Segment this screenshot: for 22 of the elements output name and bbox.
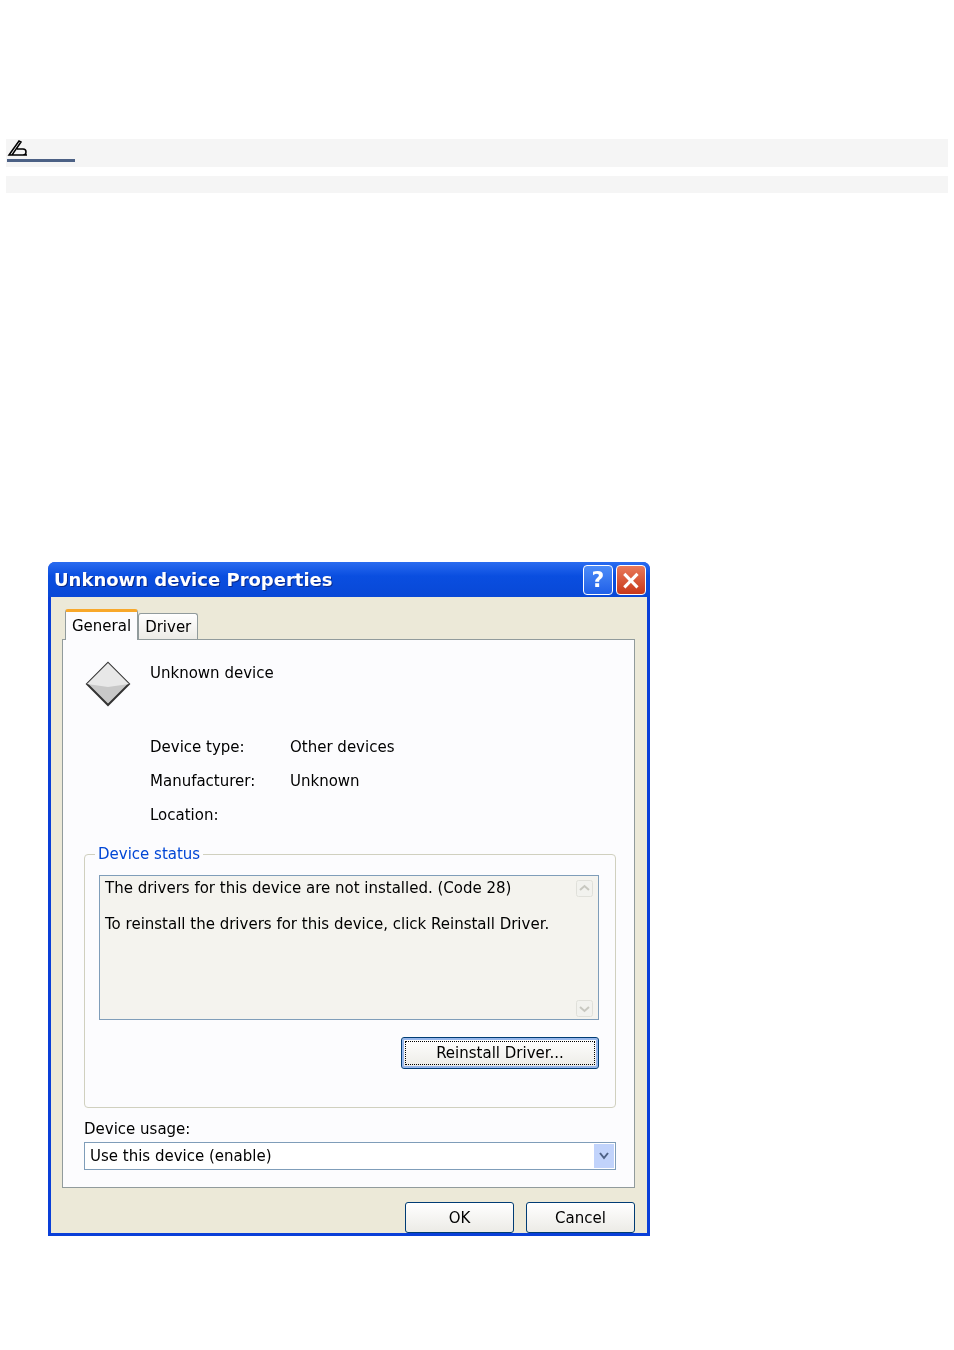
reinstall-driver-button[interactable]: Reinstall Driver... <box>401 1037 599 1069</box>
scroll-up-icon[interactable] <box>576 880 593 897</box>
property-label: Manufacturer: <box>150 772 257 790</box>
property-value: Other devices <box>290 738 396 756</box>
help-button[interactable]: ? <box>583 564 613 595</box>
cancel-button[interactable]: Cancel <box>526 1202 635 1233</box>
window-title: Unknown device Properties <box>54 569 333 590</box>
device-icon <box>84 660 132 708</box>
tab[interactable]: General <box>65 609 139 640</box>
property-label: Location: <box>150 806 220 824</box>
device-usage-dropdown[interactable]: Use this device (enable) <box>84 1142 616 1170</box>
ok-button[interactable]: OK <box>405 1202 514 1233</box>
device-name: Unknown device <box>150 664 274 682</box>
pen-icon <box>7 139 75 162</box>
property-label: Device type: <box>150 738 246 756</box>
scroll-down-icon[interactable] <box>576 1000 593 1017</box>
status-text: The drivers for this device are not installed. (Code 28) <box>105 878 513 898</box>
property-value: Unknown <box>290 772 361 790</box>
status-text: To reinstall the drivers for this device, click Reinstall Driver. <box>105 914 550 934</box>
tab[interactable]: Driver <box>138 613 199 639</box>
close-button[interactable]: × <box>616 564 646 595</box>
field-label: Device usage: <box>84 1120 192 1138</box>
